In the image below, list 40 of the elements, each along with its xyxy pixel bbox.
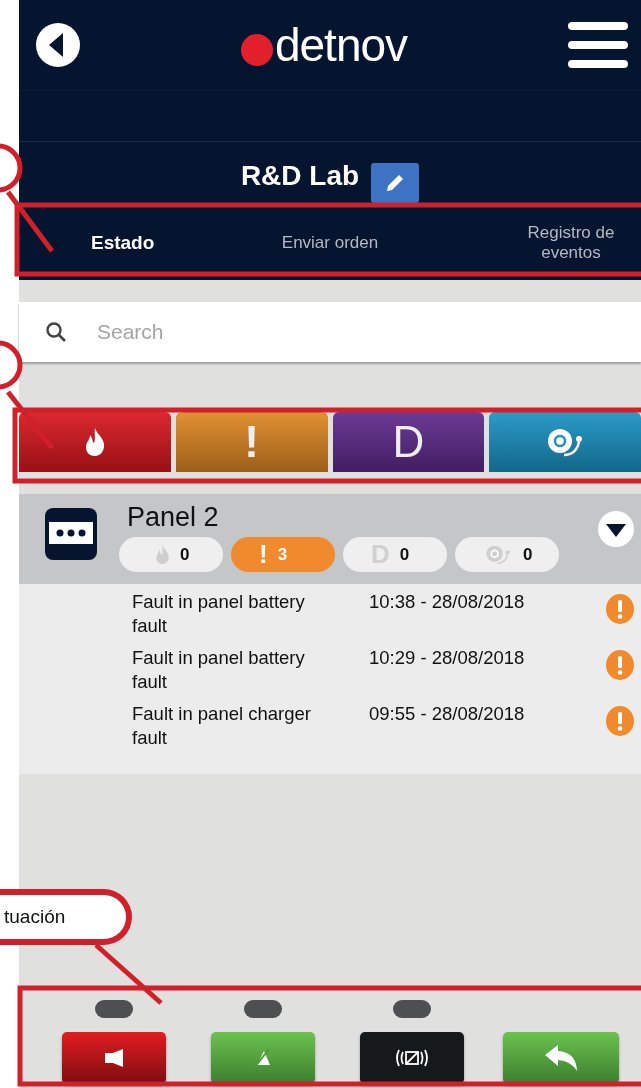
back-icon[interactable] xyxy=(35,22,81,68)
event-text: Fault in panel charger fault xyxy=(132,702,312,751)
filter-button[interactable]: D xyxy=(332,412,485,472)
siren-icon xyxy=(102,1049,125,1067)
site-title: R&D Lab xyxy=(240,160,360,192)
leader-line xyxy=(6,390,54,450)
leader-line xyxy=(94,943,163,1005)
event-time: 09:55 - 28/08/2018 xyxy=(369,702,526,727)
filter-button[interactable] xyxy=(489,412,641,472)
leader-line xyxy=(6,190,54,253)
action-button[interactable] xyxy=(61,1032,166,1084)
panel-name: Panel 2 xyxy=(127,502,220,533)
count: 0 xyxy=(180,544,190,565)
count: 0 xyxy=(523,544,533,565)
count: 3 xyxy=(277,544,288,565)
search-field[interactable]: Search xyxy=(19,302,641,362)
warning-icon xyxy=(605,650,635,681)
callout-label: tuación xyxy=(0,889,132,945)
event-text: Fault in panel battery fault xyxy=(132,590,306,639)
search-input[interactable]: Search xyxy=(97,320,577,344)
warning-icon xyxy=(605,594,635,624)
warning-icon xyxy=(605,706,635,737)
event-time: 10:38 - 28/08/2018 xyxy=(369,590,526,614)
detnov-logo: detnov xyxy=(240,18,408,72)
search-icon xyxy=(45,321,67,343)
count: 0 xyxy=(399,544,410,565)
panel-icon xyxy=(45,508,97,560)
edit-button[interactable] xyxy=(371,163,420,203)
dropdown-icon[interactable] xyxy=(597,510,635,548)
tab[interactable]: Estado xyxy=(19,231,227,255)
reset-icon xyxy=(394,1047,429,1069)
flame-icon xyxy=(83,427,106,457)
event-text: Fault in panel battery fault xyxy=(132,646,306,695)
glyph: ! xyxy=(259,539,268,570)
flame-icon xyxy=(155,544,170,565)
filter-button[interactable] xyxy=(19,412,171,472)
event-time: 10:29 - 28/08/2018 xyxy=(369,646,526,671)
tab[interactable]: Enviar orden xyxy=(226,232,434,254)
tab[interactable]: Registro de eventos xyxy=(501,222,641,264)
action-button[interactable] xyxy=(359,1032,464,1084)
